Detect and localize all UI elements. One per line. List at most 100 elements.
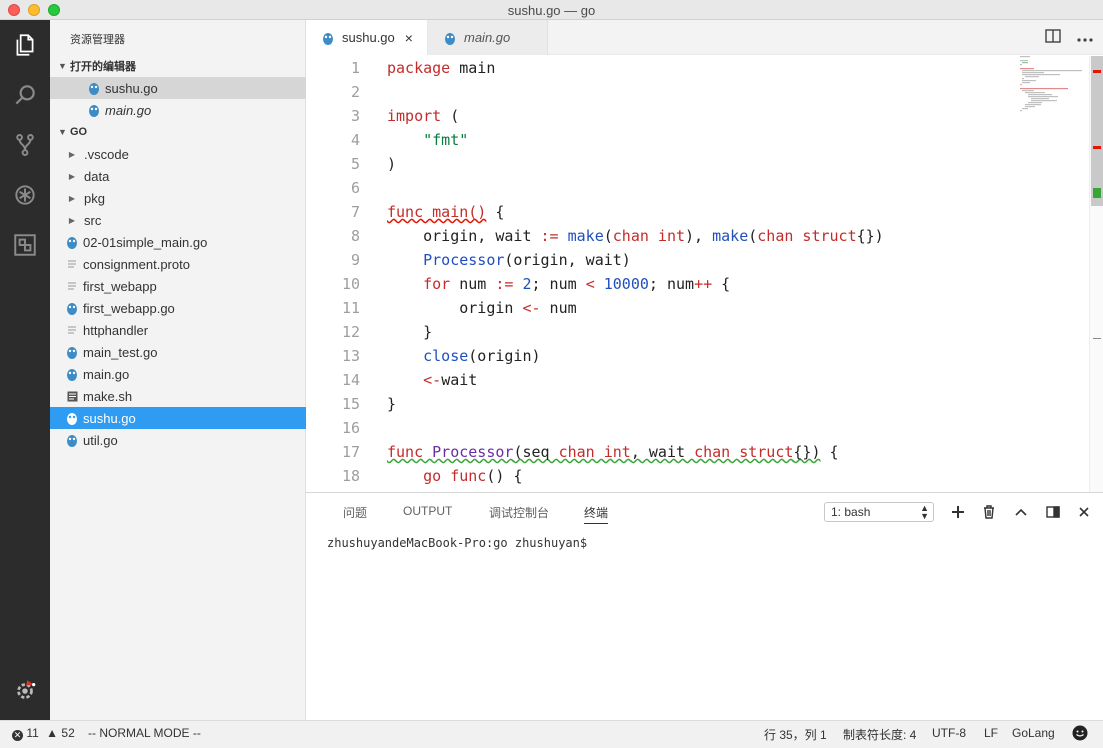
tab-sushu-go[interactable]: sushu.go ×	[306, 20, 428, 55]
error-marker	[1093, 70, 1101, 73]
go-file-icon	[64, 367, 80, 381]
chevron-right-icon: ▶	[68, 171, 76, 181]
line-number: 9	[350, 251, 360, 269]
code-line: for num := 2; num < 10000; num++ {	[423, 275, 731, 293]
settings-gear-icon	[17, 680, 36, 699]
end-of-line[interactable]: LF	[984, 726, 998, 740]
go-file-icon	[86, 81, 102, 95]
tree-file[interactable]: util.go	[50, 429, 306, 451]
close-panel-icon[interactable]	[1074, 502, 1094, 522]
add-terminal-icon[interactable]	[948, 502, 968, 522]
tree-file[interactable]: main.go	[50, 363, 306, 385]
tree-folder[interactable]: ▶ data	[50, 165, 306, 187]
terminal-prompt[interactable]: zhushuyandeMacBook-Pro:go zhushuyan$	[327, 536, 587, 550]
tree-folder[interactable]: ▶ pkg	[50, 187, 306, 209]
activity-source-control[interactable]	[0, 120, 50, 170]
activity-extensions[interactable]	[0, 220, 50, 270]
tab-problems[interactable]: 问题	[343, 504, 367, 521]
editor-scrollbar[interactable]	[1089, 56, 1103, 492]
language-mode[interactable]: GoLang	[1012, 726, 1055, 740]
tree-item-label: first_webapp.go	[83, 300, 175, 316]
code-line: <-wait	[423, 371, 478, 389]
indentation[interactable]: 制表符长度: 4	[843, 726, 916, 743]
open-editors-header[interactable]: ▼ 打开的编辑器	[50, 55, 306, 77]
code-line: }	[387, 395, 397, 413]
code-line: import (	[387, 107, 460, 125]
problems-indicator[interactable]: ✕ 11 ▲ 52	[12, 726, 75, 741]
select-arrows-icon: ▲ ▼	[920, 503, 929, 521]
cursor-position[interactable]: 行 35，列 1	[764, 726, 827, 743]
activity-settings[interactable]	[0, 665, 50, 715]
code-line: go func() {	[423, 467, 523, 485]
open-editor-item[interactable]: main.go	[50, 99, 306, 121]
tab-debug-console[interactable]: 调试控制台	[489, 504, 549, 521]
tree-file[interactable]: main_test.go	[50, 341, 306, 363]
warning-icon: ▲	[46, 726, 59, 740]
chevron-up-icon[interactable]	[1011, 502, 1031, 522]
warning-count: 52	[61, 726, 75, 740]
activity-search[interactable]	[0, 70, 50, 120]
tree-file-selected[interactable]: sushu.go	[50, 407, 306, 429]
go-file-icon	[64, 433, 80, 447]
close-icon[interactable]: ×	[405, 30, 413, 46]
go-file-icon	[86, 103, 102, 117]
more-actions-icon[interactable]	[1077, 30, 1093, 45]
tab-main-go[interactable]: main.go	[428, 20, 548, 55]
code-line: func main() {	[387, 203, 505, 221]
tree-file[interactable]: consignment.proto	[50, 253, 306, 275]
text-file-icon	[64, 281, 80, 291]
open-editor-label: main.go	[105, 102, 152, 118]
go-file-icon	[64, 235, 80, 249]
chevron-right-icon: ▶	[68, 193, 76, 203]
activity-bar	[0, 20, 50, 720]
open-editor-label: sushu.go	[105, 80, 158, 96]
open-editor-item[interactable]: sushu.go	[50, 77, 306, 99]
cursor-marker	[1093, 338, 1101, 339]
tree-folder[interactable]: ▶ src	[50, 209, 306, 231]
chevron-down-icon: ▼	[58, 127, 67, 137]
source-control-icon	[16, 134, 34, 156]
window-title: sushu.go — go	[507, 3, 596, 18]
code-line: )	[387, 155, 397, 173]
terminal-select[interactable]: 1: bash ▲ ▼	[824, 502, 934, 522]
line-number: 1	[350, 59, 360, 77]
shell-file-icon	[64, 391, 80, 402]
code-editor[interactable]: 1 2 3 4 5 6 7 8 9 10 11 12 13 14 15 16 1…	[306, 56, 1103, 492]
tree-item-label: main.go	[83, 366, 130, 382]
panel-layout-icon[interactable]	[1043, 502, 1063, 522]
tree-item-label: .vscode	[84, 146, 129, 162]
line-number: 10	[341, 275, 360, 293]
tab-output[interactable]: OUTPUT	[403, 504, 452, 518]
tree-folder[interactable]: ▶ .vscode	[50, 143, 306, 165]
line-number: 15	[341, 395, 360, 413]
code-line: origin, wait := make(chan int), make(cha…	[387, 227, 884, 245]
error-count: 11	[26, 726, 39, 740]
text-file-icon	[64, 325, 80, 335]
chevron-right-icon: ▶	[68, 149, 76, 159]
trash-icon[interactable]	[979, 502, 999, 522]
encoding[interactable]: UTF-8	[932, 726, 966, 740]
minimap[interactable]	[1016, 56, 1092, 136]
editor-actions	[1045, 20, 1093, 55]
line-number: 16	[341, 419, 360, 437]
bottom-panel: 问题 OUTPUT 调试控制台 终端 1: bash ▲ ▼ zhushuyand…	[306, 492, 1103, 720]
folder-header[interactable]: ▼ GO	[50, 121, 306, 143]
scrollbar-thumb[interactable]	[1091, 56, 1103, 206]
tree-file[interactable]: first_webapp	[50, 275, 306, 297]
split-editor-icon[interactable]	[1045, 29, 1061, 46]
line-number: 5	[350, 155, 360, 173]
line-number: 18	[341, 467, 360, 485]
terminal-select-value: 1: bash	[831, 505, 871, 519]
activity-explorer[interactable]	[0, 20, 50, 70]
activity-debug[interactable]	[0, 170, 50, 220]
tree-file[interactable]: make.sh	[50, 385, 306, 407]
tree-file[interactable]: httphandler	[50, 319, 306, 341]
warning-marker	[1093, 188, 1101, 198]
tree-file[interactable]: 02-01simple_main.go	[50, 231, 306, 253]
line-number: 3	[350, 107, 360, 125]
tree-item-label: sushu.go	[83, 410, 136, 426]
code-line: package main	[387, 59, 496, 77]
tab-terminal[interactable]: 终端	[584, 504, 609, 524]
smiley-icon[interactable]	[1072, 725, 1088, 744]
tree-file[interactable]: first_webapp.go	[50, 297, 306, 319]
